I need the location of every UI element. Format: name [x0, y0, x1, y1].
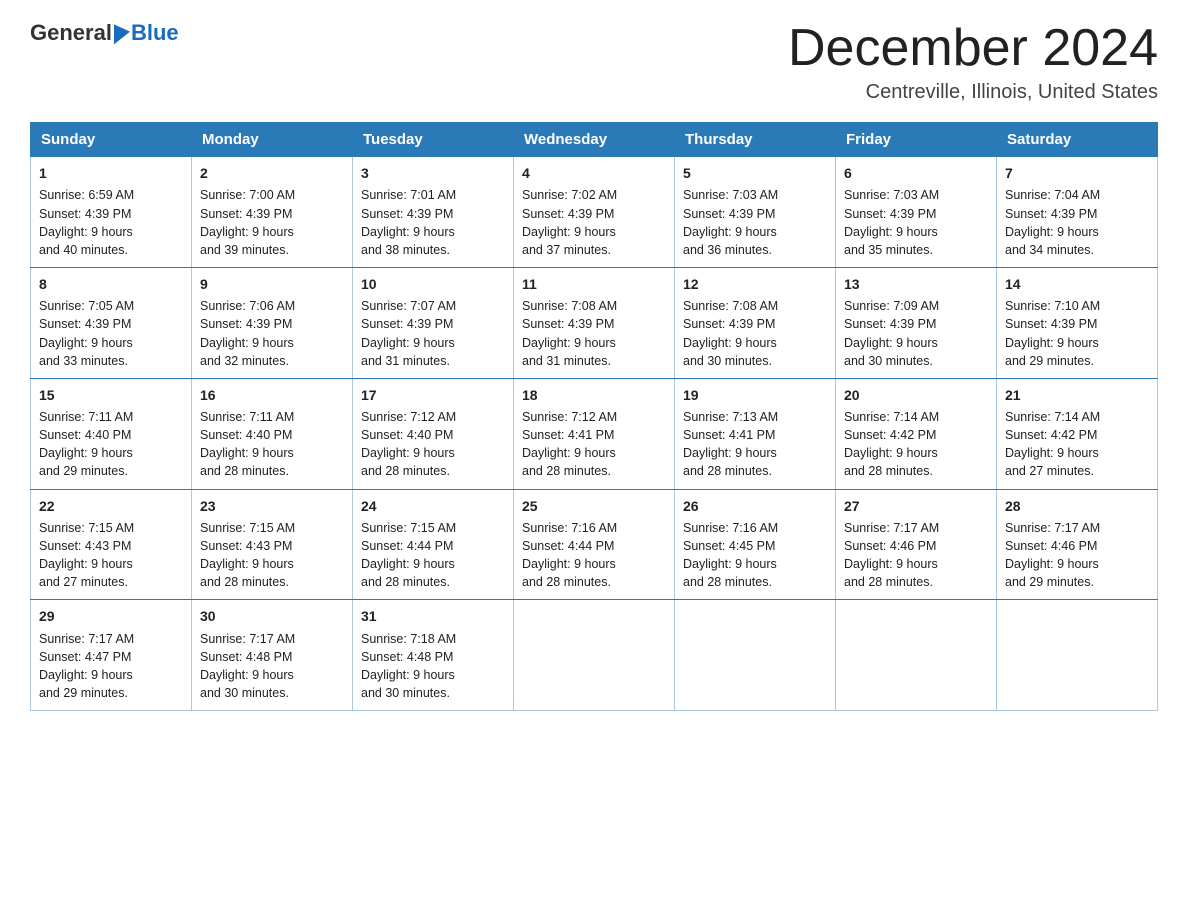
col-saturday: Saturday: [997, 123, 1158, 157]
page-header: General Blue December 2024 Centreville, …: [30, 20, 1158, 104]
day-cell: 22Sunrise: 7:15 AMSunset: 4:43 PMDayligh…: [31, 489, 192, 600]
day-number: 1: [39, 163, 183, 183]
month-title: December 2024: [788, 20, 1158, 77]
day-cell: 21Sunrise: 7:14 AMSunset: 4:42 PMDayligh…: [997, 378, 1158, 489]
day-cell: 6Sunrise: 7:03 AMSunset: 4:39 PMDaylight…: [836, 157, 997, 268]
day-cell: 10Sunrise: 7:07 AMSunset: 4:39 PMDayligh…: [353, 267, 514, 378]
day-number: 28: [1005, 496, 1149, 516]
logo: General Blue: [30, 20, 179, 46]
day-cell: 5Sunrise: 7:03 AMSunset: 4:39 PMDaylight…: [675, 157, 836, 268]
day-number: 27: [844, 496, 988, 516]
week-row-3: 15Sunrise: 7:11 AMSunset: 4:40 PMDayligh…: [31, 378, 1158, 489]
col-friday: Friday: [836, 123, 997, 157]
day-cell: 30Sunrise: 7:17 AMSunset: 4:48 PMDayligh…: [192, 600, 353, 711]
day-number: 24: [361, 496, 505, 516]
day-cell: 11Sunrise: 7:08 AMSunset: 4:39 PMDayligh…: [514, 267, 675, 378]
day-cell: 31Sunrise: 7:18 AMSunset: 4:48 PMDayligh…: [353, 600, 514, 711]
day-number: 25: [522, 496, 666, 516]
day-number: 30: [200, 606, 344, 626]
day-cell: 1Sunrise: 6:59 AMSunset: 4:39 PMDaylight…: [31, 157, 192, 268]
day-cell: 23Sunrise: 7:15 AMSunset: 4:43 PMDayligh…: [192, 489, 353, 600]
day-cell: 4Sunrise: 7:02 AMSunset: 4:39 PMDaylight…: [514, 157, 675, 268]
day-cell: 24Sunrise: 7:15 AMSunset: 4:44 PMDayligh…: [353, 489, 514, 600]
week-row-4: 22Sunrise: 7:15 AMSunset: 4:43 PMDayligh…: [31, 489, 1158, 600]
logo-general: General: [30, 20, 112, 46]
day-cell: 26Sunrise: 7:16 AMSunset: 4:45 PMDayligh…: [675, 489, 836, 600]
day-number: 3: [361, 163, 505, 183]
day-number: 10: [361, 274, 505, 294]
day-number: 12: [683, 274, 827, 294]
day-cell: 2Sunrise: 7:00 AMSunset: 4:39 PMDaylight…: [192, 157, 353, 268]
day-number: 8: [39, 274, 183, 294]
day-number: 16: [200, 385, 344, 405]
day-cell: 29Sunrise: 7:17 AMSunset: 4:47 PMDayligh…: [31, 600, 192, 711]
col-tuesday: Tuesday: [353, 123, 514, 157]
day-cell: 8Sunrise: 7:05 AMSunset: 4:39 PMDaylight…: [31, 267, 192, 378]
day-number: 20: [844, 385, 988, 405]
day-number: 6: [844, 163, 988, 183]
day-cell: 3Sunrise: 7:01 AMSunset: 4:39 PMDaylight…: [353, 157, 514, 268]
day-cell: 27Sunrise: 7:17 AMSunset: 4:46 PMDayligh…: [836, 489, 997, 600]
day-cell: 28Sunrise: 7:17 AMSunset: 4:46 PMDayligh…: [997, 489, 1158, 600]
title-area: December 2024 Centreville, Illinois, Uni…: [788, 20, 1158, 104]
week-row-5: 29Sunrise: 7:17 AMSunset: 4:47 PMDayligh…: [31, 600, 1158, 711]
col-sunday: Sunday: [31, 123, 192, 157]
col-thursday: Thursday: [675, 123, 836, 157]
day-cell: [675, 600, 836, 711]
day-cell: [514, 600, 675, 711]
week-row-1: 1Sunrise: 6:59 AMSunset: 4:39 PMDaylight…: [31, 157, 1158, 268]
day-number: 7: [1005, 163, 1149, 183]
day-number: 14: [1005, 274, 1149, 294]
day-cell: 16Sunrise: 7:11 AMSunset: 4:40 PMDayligh…: [192, 378, 353, 489]
header-row: Sunday Monday Tuesday Wednesday Thursday…: [31, 123, 1158, 157]
day-number: 5: [683, 163, 827, 183]
logo-arrow-icon: [114, 22, 130, 45]
day-number: 21: [1005, 385, 1149, 405]
day-number: 13: [844, 274, 988, 294]
day-cell: 13Sunrise: 7:09 AMSunset: 4:39 PMDayligh…: [836, 267, 997, 378]
logo-blue: Blue: [131, 20, 179, 46]
day-cell: 7Sunrise: 7:04 AMSunset: 4:39 PMDaylight…: [997, 157, 1158, 268]
day-cell: 14Sunrise: 7:10 AMSunset: 4:39 PMDayligh…: [997, 267, 1158, 378]
day-cell: 19Sunrise: 7:13 AMSunset: 4:41 PMDayligh…: [675, 378, 836, 489]
day-cell: 12Sunrise: 7:08 AMSunset: 4:39 PMDayligh…: [675, 267, 836, 378]
day-number: 26: [683, 496, 827, 516]
day-cell: 15Sunrise: 7:11 AMSunset: 4:40 PMDayligh…: [31, 378, 192, 489]
day-number: 17: [361, 385, 505, 405]
day-number: 15: [39, 385, 183, 405]
calendar-table: Sunday Monday Tuesday Wednesday Thursday…: [30, 122, 1158, 711]
day-cell: [836, 600, 997, 711]
day-number: 23: [200, 496, 344, 516]
day-number: 22: [39, 496, 183, 516]
day-number: 31: [361, 606, 505, 626]
day-number: 18: [522, 385, 666, 405]
day-number: 2: [200, 163, 344, 183]
day-number: 9: [200, 274, 344, 294]
day-cell: 25Sunrise: 7:16 AMSunset: 4:44 PMDayligh…: [514, 489, 675, 600]
day-number: 11: [522, 274, 666, 294]
day-cell: 9Sunrise: 7:06 AMSunset: 4:39 PMDaylight…: [192, 267, 353, 378]
week-row-2: 8Sunrise: 7:05 AMSunset: 4:39 PMDaylight…: [31, 267, 1158, 378]
day-cell: [997, 600, 1158, 711]
day-cell: 18Sunrise: 7:12 AMSunset: 4:41 PMDayligh…: [514, 378, 675, 489]
day-number: 29: [39, 606, 183, 626]
location-title: Centreville, Illinois, United States: [788, 81, 1158, 104]
day-number: 4: [522, 163, 666, 183]
col-wednesday: Wednesday: [514, 123, 675, 157]
day-cell: 20Sunrise: 7:14 AMSunset: 4:42 PMDayligh…: [836, 378, 997, 489]
day-cell: 17Sunrise: 7:12 AMSunset: 4:40 PMDayligh…: [353, 378, 514, 489]
day-number: 19: [683, 385, 827, 405]
col-monday: Monday: [192, 123, 353, 157]
